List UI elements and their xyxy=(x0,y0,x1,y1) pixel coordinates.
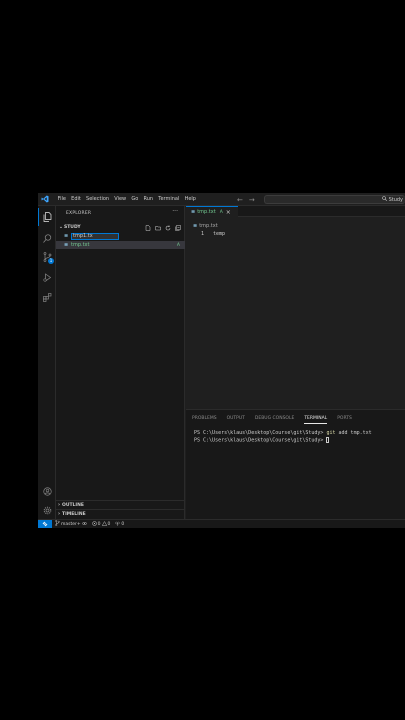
tab-status-badge: A xyxy=(219,209,223,215)
tab-name: tmp.txt xyxy=(197,209,216,215)
tab-output[interactable]: OUTPUT xyxy=(227,416,245,424)
radio-tower-icon xyxy=(115,521,120,528)
line-text: temp xyxy=(213,231,226,237)
back-arrow-icon[interactable]: ← xyxy=(237,196,243,204)
timeline-section[interactable]: › TIMELINE xyxy=(56,509,185,518)
more-actions-icon[interactable]: ··· xyxy=(172,208,178,215)
collapse-all-icon[interactable] xyxy=(174,224,182,232)
explorer-icon[interactable] xyxy=(38,208,56,226)
menu-go[interactable]: Go xyxy=(129,193,141,206)
ports-item[interactable]: 0 xyxy=(115,521,124,528)
bottom-panel: PROBLEMS OUTPUT DEBUG CONSOLE TERMINAL P… xyxy=(186,409,405,519)
breadcrumb-file: tmp.txt xyxy=(199,223,218,229)
git-branch-icon xyxy=(55,520,60,528)
tab-terminal[interactable]: TERMINAL xyxy=(304,416,328,424)
terminal-line: PS C:\Users\klaus\Desktop\Course\git\Stu… xyxy=(194,437,372,445)
gear-icon[interactable] xyxy=(38,501,56,519)
menu-run[interactable]: Run xyxy=(141,193,156,206)
terminal-args: add tmp.txt xyxy=(338,430,372,436)
account-icon[interactable] xyxy=(38,482,56,500)
menu-help[interactable]: Help xyxy=(182,193,199,206)
activity-bar: 1 xyxy=(38,206,56,519)
outline-label: OUTLINE xyxy=(62,502,84,508)
terminal-command: git xyxy=(326,430,336,436)
file-name: tmp.txt xyxy=(71,242,90,248)
nav-arrows: ← → xyxy=(237,193,255,206)
error-icon xyxy=(91,520,97,528)
ports-count: 0 xyxy=(121,521,125,527)
source-control-badge: 1 xyxy=(48,258,54,264)
file-item[interactable]: ≡ tmp.txt A xyxy=(56,241,185,249)
terminal-cursor xyxy=(326,437,330,443)
vscode-logo-icon xyxy=(38,193,51,206)
close-icon[interactable]: × xyxy=(226,209,231,216)
extensions-icon[interactable] xyxy=(38,288,56,306)
line-number: 1 xyxy=(200,231,204,237)
menu-selection[interactable]: Selection xyxy=(83,193,111,206)
git-status-badge: A xyxy=(176,242,180,248)
text-file-icon: ≡ xyxy=(64,233,69,239)
rename-row: ≡ tmp1.tx xyxy=(56,232,185,240)
code-line[interactable]: 1 temp xyxy=(186,230,405,238)
tab-debug-console[interactable]: DEBUG CONSOLE xyxy=(255,416,294,424)
title-bar: File Edit Selection View Go Run Terminal… xyxy=(38,193,405,206)
folder-section-header[interactable]: ⌄ STUDY xyxy=(58,223,81,231)
terminal-prompt: PS C:\Users\klaus\Desktop\Course\git\Stu… xyxy=(194,437,324,444)
sync-icon[interactable] xyxy=(81,521,87,528)
search-activity-icon[interactable] xyxy=(38,229,56,247)
breadcrumb[interactable]: ≡ tmp.txt xyxy=(193,223,218,229)
outline-section[interactable]: › OUTLINE xyxy=(56,500,185,509)
explorer-sidebar: EXPLORER ··· ⌄ STUDY ≡ tmp1.tx ≡ tmp.txt… xyxy=(56,206,185,519)
rename-input[interactable]: tmp1.tx xyxy=(71,232,119,240)
new-folder-icon[interactable] xyxy=(154,224,162,232)
menu-view[interactable]: View xyxy=(112,193,129,206)
refresh-icon[interactable] xyxy=(164,224,172,232)
branch-name: master+ xyxy=(61,521,81,527)
editor-area: ≡ tmp.txt A × ≡ tmp.txt 1 temp xyxy=(186,206,405,402)
menu-terminal[interactable]: Terminal xyxy=(156,193,182,206)
forward-arrow-icon[interactable]: → xyxy=(249,196,255,204)
command-center[interactable]: Study xyxy=(264,195,405,204)
branch-item[interactable]: master+ xyxy=(55,520,87,528)
editor-tabs: ≡ tmp.txt A × xyxy=(186,206,405,217)
terminal-prompt: PS C:\Users\klaus\Desktop\Course\git\Stu… xyxy=(194,430,324,436)
source-control-icon[interactable]: 1 xyxy=(38,248,56,266)
menu-file[interactable]: File xyxy=(55,193,69,206)
remote-icon[interactable] xyxy=(38,519,52,528)
new-file-icon[interactable] xyxy=(144,224,152,232)
folder-name: STUDY xyxy=(64,224,81,230)
tab-ports[interactable]: PORTS xyxy=(337,416,352,424)
vscode-window: File Edit Selection View Go Run Terminal… xyxy=(38,193,405,528)
warning-count: 0 xyxy=(107,521,111,527)
warning-icon xyxy=(101,520,107,528)
explorer-title: EXPLORER xyxy=(66,211,92,216)
error-count: 0 xyxy=(97,521,101,527)
tab-problems[interactable]: PROBLEMS xyxy=(192,416,217,424)
text-file-icon: ≡ xyxy=(191,209,196,215)
command-center-label: Study xyxy=(388,197,403,203)
run-debug-icon[interactable] xyxy=(38,268,56,286)
menu-bar: File Edit Selection View Go Run Terminal… xyxy=(55,193,199,206)
terminal-output[interactable]: PS C:\Users\klaus\Desktop\Course\git\Stu… xyxy=(194,430,372,445)
problems-item[interactable]: 0 0 xyxy=(91,520,111,528)
editor-tab[interactable]: ≡ tmp.txt A × xyxy=(186,206,238,217)
text-file-icon: ≡ xyxy=(64,242,69,248)
menu-edit[interactable]: Edit xyxy=(69,193,84,206)
status-bar: master+ 0 0 0 xyxy=(38,519,405,528)
search-icon xyxy=(381,196,387,204)
text-file-icon: ≡ xyxy=(193,223,198,229)
explorer-actions xyxy=(144,224,182,232)
timeline-label: TIMELINE xyxy=(62,511,86,517)
terminal-line: PS C:\Users\klaus\Desktop\Course\git\Stu… xyxy=(194,430,372,437)
panel-tabs: PROBLEMS OUTPUT DEBUG CONSOLE TERMINAL P… xyxy=(192,416,352,424)
